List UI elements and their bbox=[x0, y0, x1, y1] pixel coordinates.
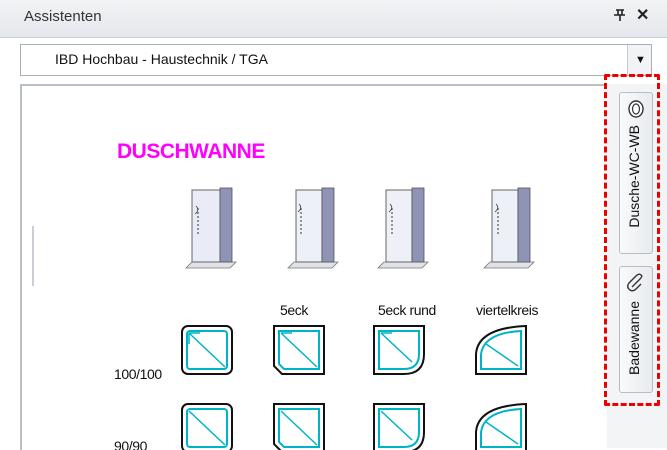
tray-5eck-90-90[interactable] bbox=[272, 402, 328, 450]
assistant-select-value: IBD Hochbau - Haustechnik / TGA bbox=[55, 51, 268, 67]
row-label-90-90: 90/90 bbox=[114, 438, 148, 450]
tray-5eck-rund-90-90[interactable] bbox=[372, 402, 428, 450]
shower-cabin-viertelkreis[interactable] bbox=[480, 186, 536, 278]
pin-icon[interactable] bbox=[612, 7, 628, 23]
window-title: Assistenten bbox=[24, 8, 102, 25]
scrollbar-thumb[interactable] bbox=[32, 226, 34, 286]
shower-cabin-square[interactable] bbox=[182, 186, 238, 278]
shower-cabin-5eck[interactable] bbox=[284, 186, 340, 278]
assistant-canvas[interactable]: DUSCHWANNE 5eck 5eck rund viertelkreis 1… bbox=[20, 84, 609, 450]
page-heading: DUSCHWANNE bbox=[117, 140, 265, 163]
close-icon[interactable]: ✕ bbox=[636, 5, 649, 25]
title-bar: Assistenten ✕ bbox=[0, 0, 667, 38]
tray-square-90-90[interactable] bbox=[180, 402, 236, 450]
tab-highlight-marker bbox=[604, 74, 660, 406]
tray-viertelkreis-90-90[interactable] bbox=[474, 402, 530, 450]
tray-viertelkreis-100-100[interactable] bbox=[474, 324, 530, 378]
tray-square-100-100[interactable] bbox=[180, 324, 236, 378]
row-label-100-100: 100/100 bbox=[114, 366, 162, 382]
tray-5eck-rund-100-100[interactable] bbox=[372, 324, 428, 378]
column-label-5eck-rund: 5eck rund bbox=[378, 302, 436, 318]
shower-cabin-5eck-rund[interactable] bbox=[374, 186, 430, 278]
tray-5eck-100-100[interactable] bbox=[272, 324, 328, 378]
chevron-down-icon: ▼ bbox=[635, 54, 646, 66]
assistant-select[interactable]: IBD Hochbau - Haustechnik / TGA ▼ bbox=[20, 44, 652, 76]
dropdown-arrow-button[interactable]: ▼ bbox=[627, 45, 651, 75]
column-label-viertelkreis: viertelkreis bbox=[476, 302, 539, 318]
column-label-5eck: 5eck bbox=[280, 302, 308, 318]
